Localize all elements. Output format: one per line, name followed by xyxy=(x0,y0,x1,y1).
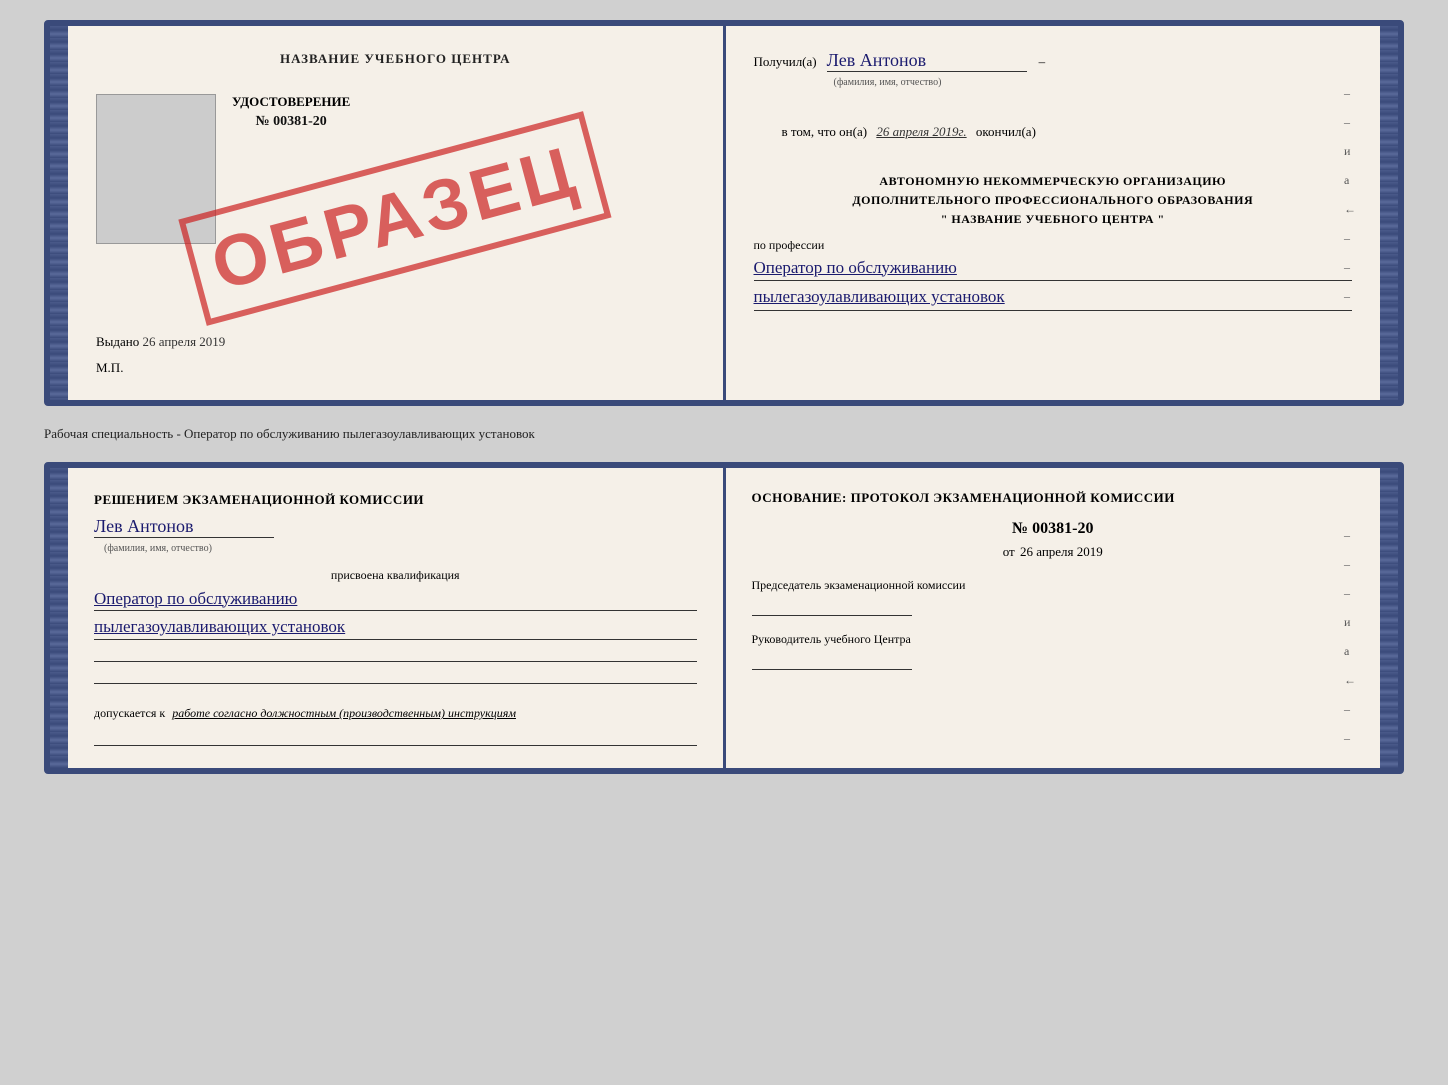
допускается-text: работе согласно должностным (производств… xyxy=(172,706,516,720)
profession-block: Оператор по обслуживанию xyxy=(754,255,1353,282)
qual-line1: Оператор по обслуживанию xyxy=(94,587,697,611)
middle-specialty-label: Рабочая специальность - Оператор по обсл… xyxy=(44,418,1404,450)
doc2-right-edge-marks: – – – и а ← – – – xyxy=(1344,528,1356,774)
cert-doc-info: УДОСТОВЕРЕНИЕ № 00381-20 xyxy=(232,84,350,138)
date-block: в том, что он(а) 26 апреля 2019г. окончи… xyxy=(754,100,1353,164)
cert-photo-area xyxy=(96,94,216,244)
cert-right-page: Получил(а) Лев Антонов – (фамилия, имя, … xyxy=(726,26,1381,400)
cert-date: 26 апреля 2019г. xyxy=(876,124,966,139)
org-block: АВТОНОМНУЮ НЕКОММЕРЧЕСКУЮ ОРГАНИЗАЦИЮ ДО… xyxy=(754,172,1353,230)
certificate-spread-top: НАЗВАНИЕ УЧЕБНОГО ЦЕНТРА УДОСТОВЕРЕНИЕ №… xyxy=(44,20,1404,406)
chairman-label: Председатель экзаменационной комиссии xyxy=(752,576,1355,594)
org-line2: ДОПОЛНИТЕЛЬНОГО ПРОФЕССИОНАЛЬНОГО ОБРАЗО… xyxy=(754,191,1353,210)
cert-doc-type: УДОСТОВЕРЕНИЕ xyxy=(232,94,350,110)
cert-mp-label: М.П. xyxy=(96,360,695,376)
cert-issued-label: Выдано xyxy=(96,334,139,349)
doc2-fio-hint: (фамилия, имя, отчество) xyxy=(104,543,212,554)
qual-block2: пылегазоулавливающих установок xyxy=(94,615,697,640)
org-line3: " НАЗВАНИЕ УЧЕБНОГО ЦЕНТРА " xyxy=(754,210,1353,229)
cert-left-page: НАЗВАНИЕ УЧЕБНОГО ЦЕНТРА УДОСТОВЕРЕНИЕ №… xyxy=(68,26,726,400)
org-line1: АВТОНОМНУЮ НЕКОММЕРЧЕСКУЮ ОРГАНИЗАЦИЮ xyxy=(754,172,1353,191)
cert-doc-number: № 00381-20 xyxy=(232,114,350,130)
received-label: Получил(а) xyxy=(754,54,817,69)
qual-line2: пылегазоулавливающих установок xyxy=(94,615,697,639)
dash-separator: – xyxy=(1039,54,1046,69)
certificate-spread-bottom: Решением экзаменационной комиссии Лев Ан… xyxy=(44,462,1404,774)
protocol-date-block: от 26 апреля 2019 xyxy=(752,544,1355,560)
blank-line1 xyxy=(94,644,697,662)
cert-title-text: НАЗВАНИЕ УЧЕБНОГО ЦЕНТРА xyxy=(280,51,511,66)
date-prefix: в том, что он(а) xyxy=(782,124,868,139)
допускается-prefix: допускается к xyxy=(94,706,165,720)
commission-text: Решением экзаменационной комиссии xyxy=(94,490,697,510)
допускается-block: допускается к работе согласно должностны… xyxy=(94,704,697,722)
recipient-name: Лев Антонов xyxy=(827,50,1027,72)
profession-line1: Оператор по обслуживанию xyxy=(754,255,1353,281)
profession-block2: пылегазоулавливающих установок xyxy=(754,284,1353,311)
protocol-date: 26 апреля 2019 xyxy=(1020,544,1103,559)
cert-issued-date: 26 апреля 2019 xyxy=(143,334,226,349)
document-container: НАЗВАНИЕ УЧЕБНОГО ЦЕНТРА УДОСТОВЕРЕНИЕ №… xyxy=(44,20,1404,774)
date-suffix: окончил(а) xyxy=(976,124,1036,139)
head-label: Руководитель учебного Центра xyxy=(752,630,1355,648)
chairman-block: Председатель экзаменационной комиссии xyxy=(752,576,1355,616)
doc2-recipient-name: Лев Антонов xyxy=(94,516,274,538)
blank-line3 xyxy=(94,728,697,746)
protocol-date-prefix: от xyxy=(1003,544,1015,559)
cert-title-block: НАЗВАНИЕ УЧЕБНОГО ЦЕНТРА xyxy=(96,50,695,68)
qual-block1: Оператор по обслуживанию xyxy=(94,587,697,612)
profession-line2: пылегазоулавливающих установок xyxy=(754,284,1353,310)
protocol-number: № 00381-20 xyxy=(752,520,1355,538)
right-edge-marks: – – и а ← – – – xyxy=(1344,86,1356,304)
doc2-name-block: Лев Антонов (фамилия, имя, отчество) xyxy=(94,516,697,556)
cert-issued-line: Выдано 26 апреля 2019 xyxy=(96,334,695,350)
head-sign-line xyxy=(752,652,912,670)
qualification-label: присвоена квалификация xyxy=(94,568,697,583)
blank-line2 xyxy=(94,666,697,684)
osnov-label: Основание: протокол экзаменационной коми… xyxy=(752,490,1355,506)
head-block: Руководитель учебного Центра xyxy=(752,630,1355,670)
doc2-left-page: Решением экзаменационной комиссии Лев Ан… xyxy=(68,468,726,768)
fio-hint: (фамилия, имя, отчество) xyxy=(834,77,942,88)
doc2-right-page: Основание: протокол экзаменационной коми… xyxy=(726,468,1381,768)
received-block: Получил(а) Лев Антонов – (фамилия, имя, … xyxy=(754,50,1353,90)
profession-label: по профессии xyxy=(754,238,1353,253)
chairman-sign-line xyxy=(752,598,912,616)
